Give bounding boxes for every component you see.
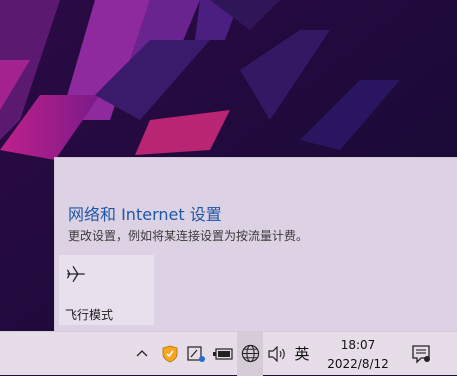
airplane-mode-tile[interactable]: 飞行模式 bbox=[59, 255, 154, 325]
taskbar: 英 18:07 2022/8/12 bbox=[0, 331, 457, 376]
airplane-icon bbox=[67, 266, 85, 282]
network-globe-icon bbox=[241, 344, 260, 363]
pen-tray-button[interactable] bbox=[184, 332, 208, 376]
clock-time: 18:07 bbox=[340, 338, 376, 352]
battery-icon bbox=[213, 348, 233, 360]
battery-tray-button[interactable] bbox=[210, 332, 236, 376]
show-hidden-icons-button[interactable] bbox=[130, 332, 154, 376]
security-tray-button[interactable] bbox=[158, 332, 182, 376]
airplane-mode-label: 飞行模式 bbox=[65, 308, 114, 322]
system-clock[interactable]: 18:07 2022/8/12 bbox=[322, 332, 394, 376]
chevron-up-icon bbox=[136, 350, 148, 357]
network-settings-description: 更改设置，例如将某连接设置为按流量计费。 bbox=[68, 229, 309, 243]
security-shield-icon bbox=[162, 345, 178, 363]
pen-icon bbox=[187, 346, 205, 362]
volume-icon bbox=[268, 346, 285, 362]
action-center-button[interactable] bbox=[405, 332, 437, 376]
network-tray-button[interactable] bbox=[237, 332, 263, 376]
clock-date: 2022/8/12 bbox=[327, 357, 389, 371]
volume-tray-button[interactable] bbox=[265, 332, 289, 376]
network-settings-link[interactable]: 网络和 Internet 设置 bbox=[68, 201, 222, 225]
action-center-icon bbox=[412, 345, 430, 364]
input-method-indicator[interactable]: 英 bbox=[290, 332, 314, 376]
network-flyout: 网络和 Internet 设置 更改设置，例如将某连接设置为按流量计费。 飞行模… bbox=[54, 157, 457, 331]
